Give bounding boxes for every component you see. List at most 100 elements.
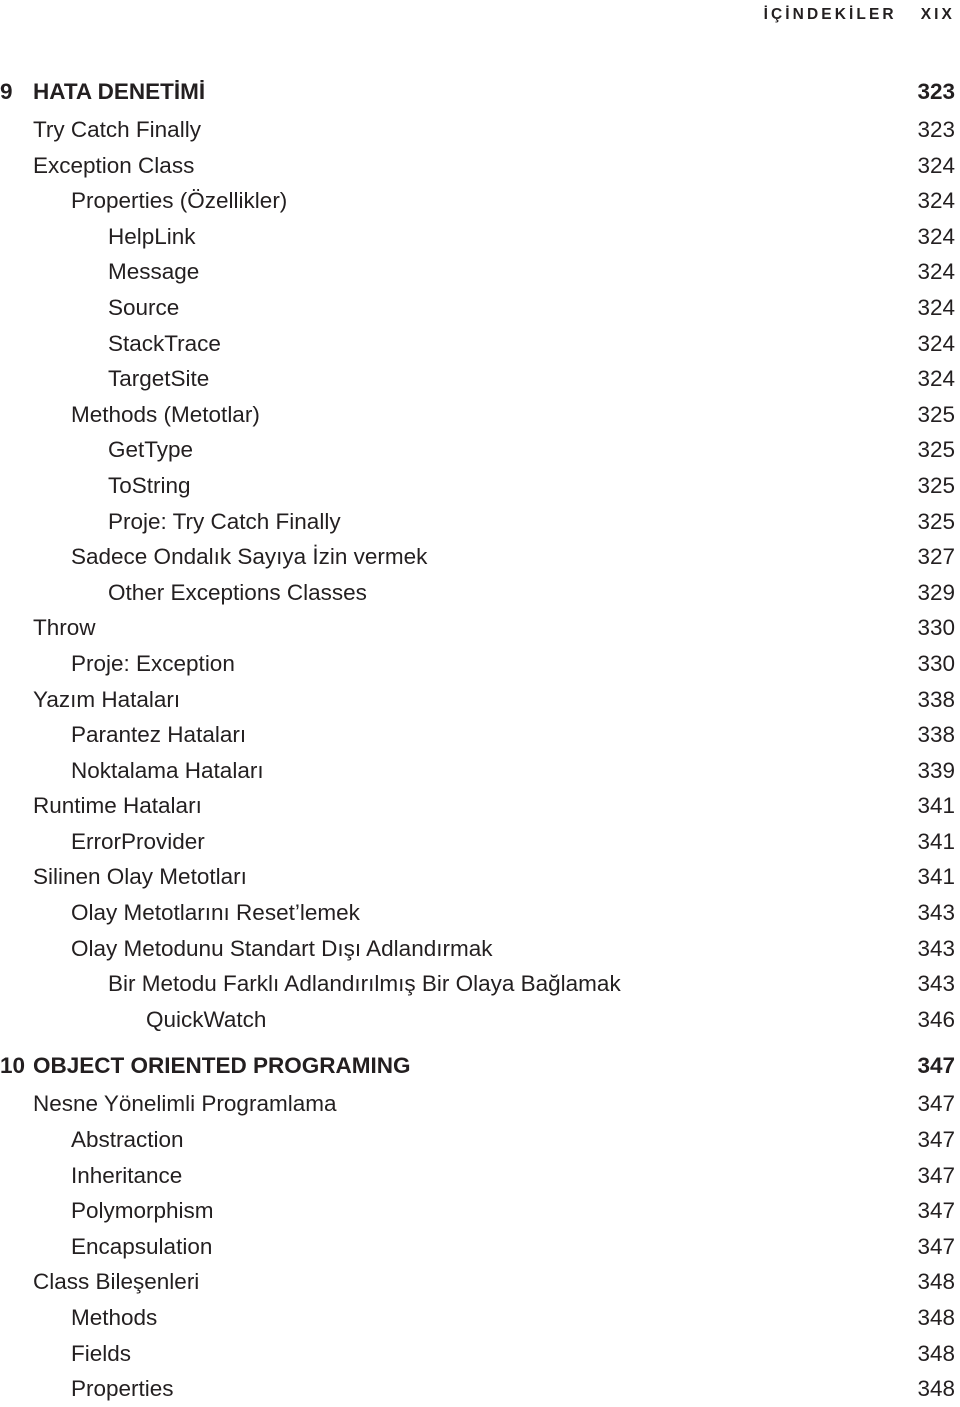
toc-entry-label: Other Exceptions Classes xyxy=(108,579,367,605)
toc-entry-page-number: 343 xyxy=(917,935,955,961)
toc-entry-row[interactable]: StackTrace 324 xyxy=(0,326,955,362)
toc-entry-label: Olay Metotlarını Reset’lemek xyxy=(71,900,360,926)
toc-entry-row[interactable]: QuickWatch 346 xyxy=(0,1002,955,1038)
toc-entry-page-number: 346 xyxy=(917,1006,955,1032)
toc-entry-page-number: 323 xyxy=(917,79,955,104)
toc-entry-label: Parantez Hataları xyxy=(71,722,247,748)
toc-chapter-row[interactable]: 10 OBJECT ORIENTED PROGRAMING 347 xyxy=(0,1046,955,1086)
toc-entry-page-number: 325 xyxy=(917,472,955,498)
toc-entry-row[interactable]: Properties (Özellikler) 324 xyxy=(0,183,955,219)
toc-entry-page-number: 329 xyxy=(917,579,955,605)
toc-entry-label: Yazım Hataları xyxy=(33,686,181,712)
toc-entry-row[interactable]: Polymorphism 347 xyxy=(0,1193,955,1229)
toc-entry-row[interactable]: Bir Metodu Farklı Adlandırılmış Bir Olay… xyxy=(0,966,955,1002)
toc-entry-row[interactable]: Silinen Olay Metotları 341 xyxy=(0,859,955,895)
toc-entry-page-number: 324 xyxy=(917,294,955,320)
toc-entry-row[interactable]: Throw 330 xyxy=(0,610,955,646)
toc-entry-row[interactable]: Methods 348 xyxy=(0,1300,955,1336)
toc-entry-label: Properties xyxy=(71,1376,174,1402)
toc-entry-label: Methods (Metotlar) xyxy=(71,401,260,427)
toc-entry-page-number: 327 xyxy=(917,544,955,570)
toc-entry-page-number: 347 xyxy=(917,1162,955,1188)
toc-entry-label: Runtime Hataları xyxy=(33,793,202,819)
toc-entry-label: GetType xyxy=(108,437,194,463)
toc-entry-row[interactable]: ErrorProvider 341 xyxy=(0,824,955,860)
toc-entry-label: Nesne Yönelimli Programlama xyxy=(33,1091,337,1117)
toc-entry-page-number: 348 xyxy=(917,1340,955,1366)
toc-entry-row[interactable]: Noktalama Hataları 339 xyxy=(0,753,955,789)
toc-entry-label: Noktalama Hataları xyxy=(71,757,264,783)
toc-entry-label: HelpLink xyxy=(108,223,196,249)
toc-entry-page-number: 347 xyxy=(917,1233,955,1259)
toc-entry-row[interactable]: Olay Metodunu Standart Dışı Adlandırmak 3… xyxy=(0,931,955,967)
toc-entry-page-number: 323 xyxy=(917,117,955,142)
toc-entry-row[interactable]: Encapsulation 347 xyxy=(0,1229,955,1265)
toc-entry-label: OBJECT ORIENTED PROGRAMING xyxy=(33,1053,411,1079)
toc-entry-row[interactable]: Inheritance 347 xyxy=(0,1158,955,1194)
toc-entry-row[interactable]: Proje: Exception 330 xyxy=(0,646,955,682)
toc-entry-page-number: 330 xyxy=(917,650,955,676)
toc-entry-row[interactable]: Nesne Yönelimli Programlama 347 xyxy=(0,1086,955,1122)
toc-entry-row[interactable]: ToString 325 xyxy=(0,468,955,504)
toc-entry-row[interactable]: Runtime Hataları 341 xyxy=(0,788,955,824)
toc-entry-page-number: 347 xyxy=(917,1053,955,1079)
toc-entry-page-number: 341 xyxy=(917,828,955,854)
toc-entry-label: Try Catch Finally xyxy=(33,117,201,142)
toc-entry-page-number: 347 xyxy=(917,1198,955,1224)
toc-entry-page-number: 324 xyxy=(917,152,955,178)
toc-entry-label: Methods xyxy=(71,1305,158,1330)
toc-entry-label: Silinen Olay Metotları xyxy=(33,864,247,890)
toc-entry-page-number: 341 xyxy=(917,864,955,890)
toc-entry-row[interactable]: Proje: Try Catch Finally 325 xyxy=(0,504,955,540)
toc-entry-row[interactable]: TargetSite 324 xyxy=(0,361,955,397)
toc-entry-row[interactable]: Try Catch Finally 323 xyxy=(0,112,955,148)
toc-entry-label: Source xyxy=(108,294,180,320)
toc-entry-label: ErrorProvider xyxy=(71,828,205,854)
toc-entry-label: Encapsulation xyxy=(71,1233,213,1259)
toc-entry-page-number: 325 xyxy=(917,508,955,534)
toc-entry-page-number: 348 xyxy=(917,1305,955,1330)
toc-entry-label: Bir Metodu Farklı Adlandırılmış Bir Olay… xyxy=(108,971,621,997)
toc-entry-row[interactable]: Abstraction 347 xyxy=(0,1122,955,1158)
toc-entry-row[interactable]: Yazım Hataları 338 xyxy=(0,682,955,718)
toc-entry-page-number: 348 xyxy=(917,1376,955,1402)
toc-entry-label: Abstraction xyxy=(71,1127,184,1153)
toc-entry-page-number: 343 xyxy=(917,900,955,926)
toc-entry-label: Olay Metodunu Standart Dışı Adlandırmak xyxy=(71,935,493,961)
toc-entry-page-number: 341 xyxy=(917,793,955,819)
toc-chapter-row[interactable]: 9 HATA DENETİMİ 323 xyxy=(0,72,955,112)
toc-entry-row[interactable]: GetType 325 xyxy=(0,432,955,468)
toc-entry-page-number: 324 xyxy=(917,223,955,249)
toc-entry-row[interactable]: Class Bileşenleri 348 xyxy=(0,1264,955,1300)
toc-entry-page-number: 324 xyxy=(917,330,955,356)
toc-entry-label: Proje: Exception xyxy=(71,650,235,676)
toc-entry-label: Polymorphism xyxy=(71,1198,214,1224)
toc-entry-row[interactable]: Fields 348 xyxy=(0,1336,955,1372)
toc-entry-row[interactable]: Olay Metotlarını Reset’lemek 343 xyxy=(0,895,955,931)
toc-entry-label: Exception Class xyxy=(33,152,195,178)
toc-entry-page-number: 339 xyxy=(917,757,955,783)
toc-entry-row[interactable]: Message 324 xyxy=(0,254,955,290)
toc-entry-page-number: 324 xyxy=(917,188,955,214)
toc-entry-row[interactable]: Source 324 xyxy=(0,290,955,326)
toc-entry-row[interactable]: Other Exceptions Classes 329 xyxy=(0,575,955,611)
toc-entry-label: Inheritance xyxy=(71,1162,183,1188)
toc-entry-label: Message xyxy=(108,259,200,285)
toc-entry-label: Proje: Try Catch Finally xyxy=(108,508,341,534)
toc-entry-label: Class Bileşenleri xyxy=(33,1269,200,1295)
toc-entry-row[interactable]: Sadece Ondalık Sayıya İzin vermek 327 xyxy=(0,539,955,575)
running-head-folio: XIX xyxy=(920,6,955,23)
toc-entry-row[interactable]: Methods (Metotlar) 325 xyxy=(0,397,955,433)
toc-entry-page-number: 348 xyxy=(917,1269,955,1295)
toc-entry-row[interactable]: Parantez Hataları 338 xyxy=(0,717,955,753)
toc-entry-page-number: 347 xyxy=(917,1091,955,1117)
toc-entry-row[interactable]: HelpLink 324 xyxy=(0,219,955,255)
toc-entry-page-number: 325 xyxy=(917,401,955,427)
toc-entry-page-number: 330 xyxy=(917,615,955,641)
toc-entry-row[interactable]: Exception Class 324 xyxy=(0,148,955,184)
toc-entry-page-number: 324 xyxy=(917,366,955,392)
toc-entry-page-number: 338 xyxy=(917,722,955,748)
toc-entry-label: QuickWatch xyxy=(146,1006,267,1032)
toc-entry-label: Throw xyxy=(33,615,96,641)
toc-entry-row[interactable]: Properties 348 xyxy=(0,1371,955,1407)
